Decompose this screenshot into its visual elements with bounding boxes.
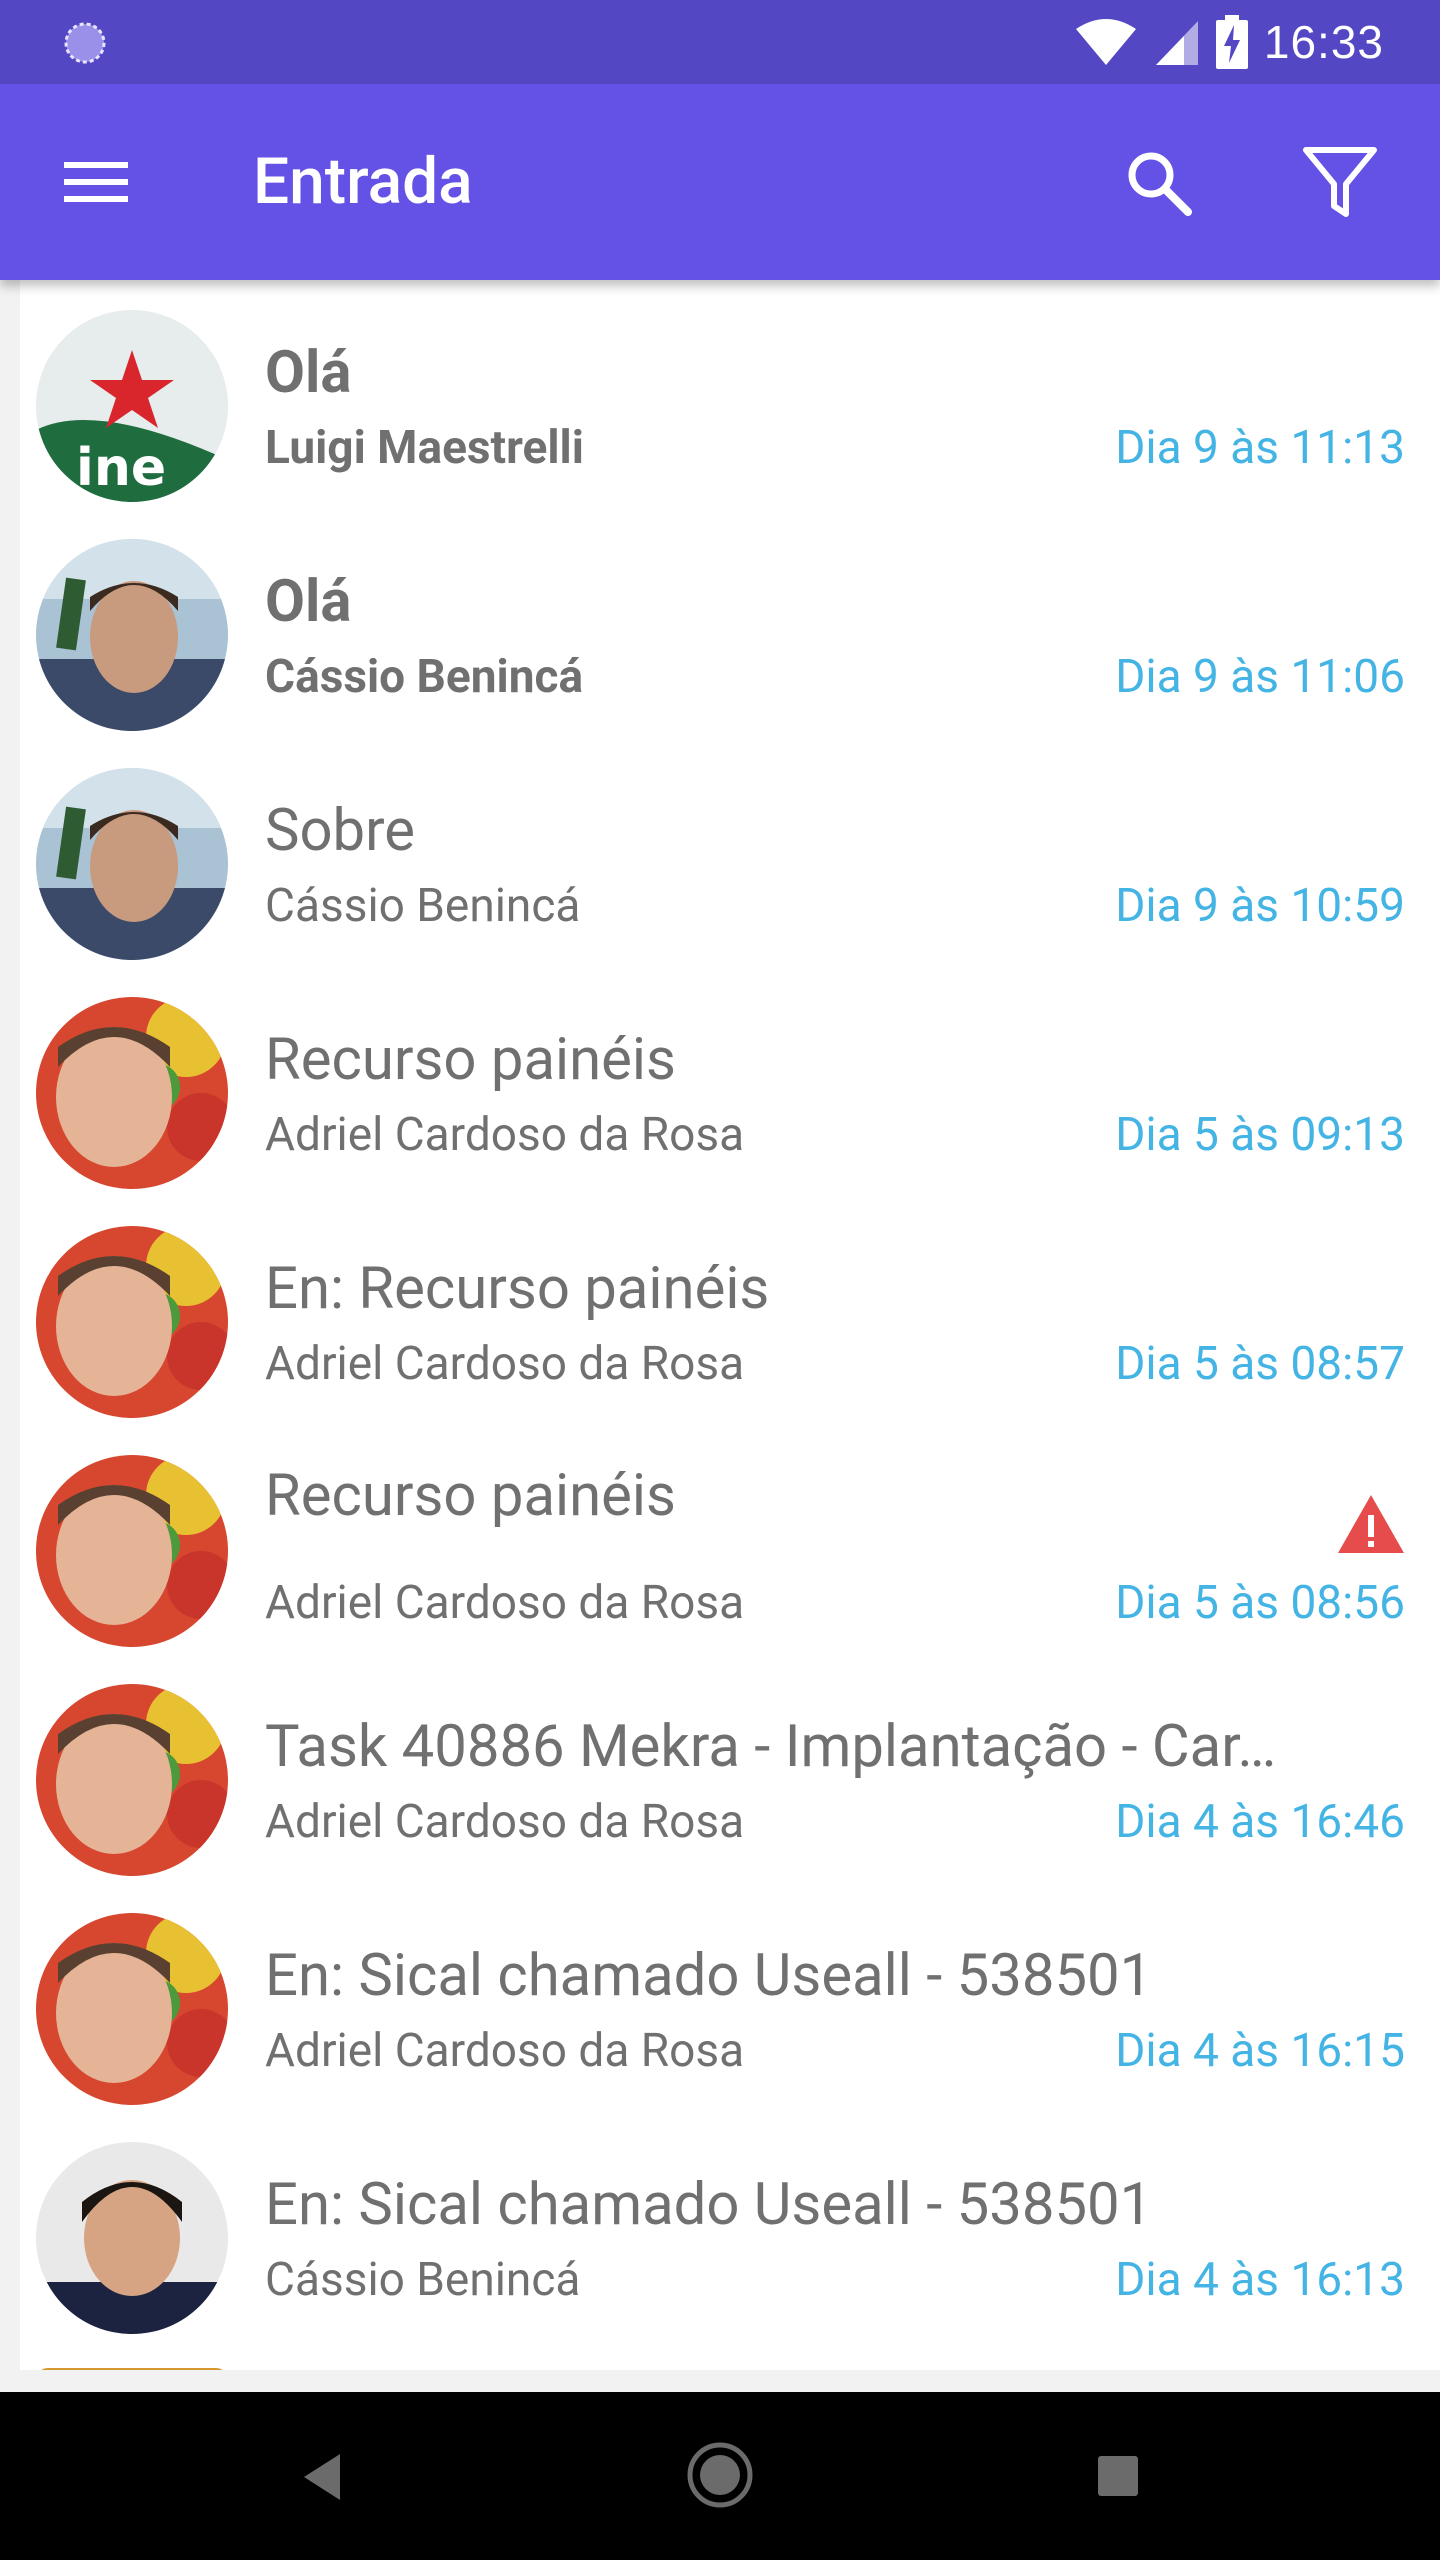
- message-date: Dia 4 às 16:46: [1115, 1795, 1405, 1849]
- back-icon[interactable]: [290, 2444, 356, 2510]
- message-sender: Adriel Cardoso da Rosa: [265, 1337, 745, 1391]
- message-row[interactable]: Task 40886 Mekra - Implantação - Car… Ad…: [20, 1654, 1440, 1883]
- message-row[interactable]: ine Olá Luigi Maestrelli Dia 9 às 11:13: [20, 280, 1440, 509]
- navigation-bar: [0, 2392, 1440, 2560]
- message-row[interactable]: Recurso painéis Adriel Cardoso da Rosa D…: [20, 1425, 1440, 1654]
- message-subject: Olá: [265, 339, 352, 407]
- message-sender: Adriel Cardoso da Rosa: [265, 1795, 745, 1849]
- avatar: [36, 2368, 228, 2370]
- wifi-icon: [1075, 19, 1136, 65]
- status-time: 16:33: [1263, 16, 1384, 68]
- message-subject: Sobre: [265, 797, 415, 865]
- avatar: [36, 1226, 228, 1418]
- warning-icon: [1338, 1495, 1404, 1553]
- message-date: Dia 4 às 16:15: [1115, 2024, 1405, 2078]
- message-sender: Adriel Cardoso da Rosa: [265, 1108, 745, 1162]
- message-subject: Olá: [265, 568, 352, 636]
- avatar: [36, 997, 228, 1189]
- signal-icon: [1155, 21, 1198, 65]
- message-sender: Cássio Benincá: [265, 2253, 581, 2307]
- message-subject: Recurso painéis: [265, 1462, 676, 1530]
- message-sender: Luigi Maestrelli: [265, 421, 584, 475]
- app-bar: Entrada: [0, 84, 1440, 280]
- avatar: ine: [36, 310, 228, 502]
- message-row[interactable]: Recurso painéis Adriel Cardoso da Rosa D…: [20, 967, 1440, 1196]
- message-subject: Recurso painéis: [265, 1026, 676, 1094]
- avatar: [36, 1455, 228, 1647]
- message-row[interactable]: En: Sical chamado Useall - 538501 Cássio…: [20, 2112, 1440, 2341]
- message-sender: Adriel Cardoso da Rosa: [265, 2024, 745, 2078]
- message-date: Dia 5 às 08:57: [1115, 1337, 1405, 1391]
- avatar: [36, 2142, 228, 2334]
- message-row[interactable]: Olá Cássio Benincá Dia 9 às 11:06: [20, 509, 1440, 738]
- message-subject: En: Recurso painéis: [265, 1255, 770, 1323]
- message-date: Dia 5 às 09:13: [1115, 1108, 1405, 1162]
- avatar: [36, 539, 228, 731]
- page-title: Entrada: [253, 144, 473, 219]
- message-sender: Adriel Cardoso da Rosa: [265, 1576, 745, 1630]
- avatar: [36, 1684, 228, 1876]
- message-subject: En: Sical chamado Useall - 538501: [265, 1942, 1153, 2010]
- home-icon[interactable]: [685, 2440, 755, 2510]
- message-sender: Cássio Benincá: [265, 650, 584, 704]
- message-date: Dia 9 às 11:13: [1115, 421, 1405, 475]
- message-row[interactable]: En: Recurso painéis Adriel Cardoso da Ro…: [20, 1196, 1440, 1425]
- menu-icon[interactable]: [56, 142, 136, 222]
- message-subject: En: Sical chamado Useall - 538501: [265, 2171, 1153, 2239]
- status-bar: 16:33: [0, 0, 1440, 84]
- avatar: [36, 768, 228, 960]
- battery-charging-icon: [1215, 15, 1248, 69]
- message-date: Dia 5 às 08:56: [1115, 1576, 1405, 1630]
- message-subject: Task 40886 Mekra - Implantação - Car…: [265, 1713, 1277, 1781]
- avatar: [36, 1913, 228, 2105]
- svg-text:ine: ine: [76, 438, 166, 498]
- message-row[interactable]: Sobre Cássio Benincá Dia 9 às 10:59: [20, 738, 1440, 967]
- message-date: Dia 9 às 10:59: [1115, 879, 1405, 933]
- message-row[interactable]: En: Sical chamado Useall - 538501 Adriel…: [20, 1883, 1440, 2112]
- message-list[interactable]: ine Olá Luigi Maestrelli Dia 9 às 11:13 …: [20, 280, 1440, 2370]
- search-icon[interactable]: [1118, 142, 1198, 222]
- sync-icon: [64, 22, 106, 64]
- message-sender: Cássio Benincá: [265, 879, 581, 933]
- recent-apps-icon[interactable]: [1094, 2452, 1142, 2500]
- filter-icon[interactable]: [1300, 142, 1380, 222]
- message-date: Dia 9 às 11:06: [1115, 650, 1405, 704]
- message-date: Dia 4 às 16:13: [1115, 2253, 1405, 2307]
